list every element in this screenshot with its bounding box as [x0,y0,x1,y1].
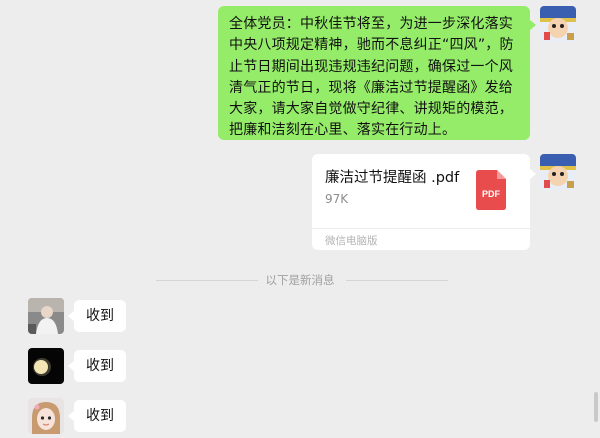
new-messages-separator: 以下是新消息 [265,273,335,287]
outgoing-message-text: 全体党员：中秋佳节将至，为进一步深化落实中央八项规定精神，驰而不息纠正“四风”，… [229,16,514,139]
card-divider [312,228,530,229]
incoming-reply-message[interactable]: 收到 [68,400,126,432]
file-size: 97K [325,192,349,206]
pdf-icon-label: PDF [482,189,501,199]
file-message-card[interactable]: 廉洁过节提醒函 .pdf 97K PDF 微信电脑版 [312,154,536,250]
file-source-label: 微信电脑版 [325,235,378,247]
pdf-file-icon: PDF [476,170,506,210]
girl-avatar-icon [28,398,64,434]
outgoing-text-message[interactable]: 全体党员：中秋佳节将至，为进一步深化落实中央八项规定精神，驰而不息纠正“四风”，… [218,6,536,140]
moon-avatar-icon [28,348,64,384]
cartoon-avatar-icon [540,154,576,190]
chat-scrollbar[interactable] [594,392,598,422]
incoming-reply-message[interactable]: 收到 [68,350,126,382]
reply-text: 收到 [86,358,114,374]
photo-avatar-icon [28,298,64,334]
contact-avatar[interactable] [28,348,64,384]
incoming-reply-message[interactable]: 收到 [68,300,126,332]
contact-avatar[interactable] [28,298,64,334]
self-avatar[interactable] [540,154,576,190]
self-avatar[interactable] [540,6,576,42]
reply-text: 收到 [86,408,114,424]
cartoon-avatar-icon [540,6,576,42]
separator-line-right [346,280,448,281]
reply-text: 收到 [86,308,114,324]
contact-avatar[interactable] [28,398,64,434]
file-name: 廉洁过节提醒函 .pdf [325,170,460,186]
